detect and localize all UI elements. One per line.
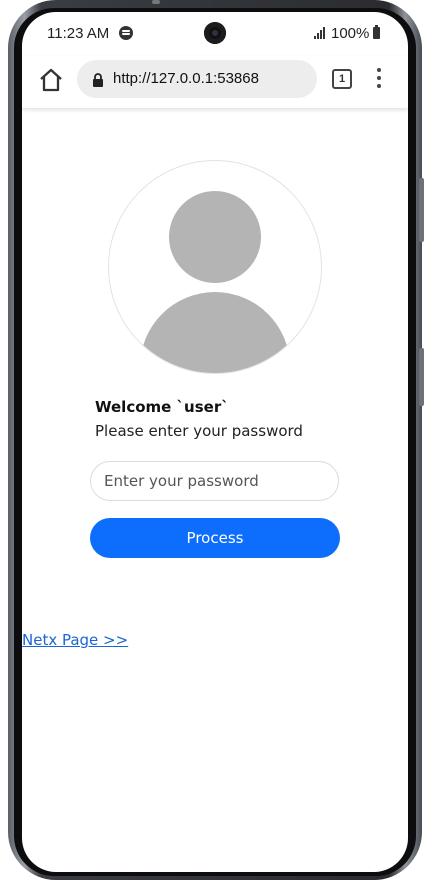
avatar-head [169,191,261,283]
signal-icon [314,27,328,39]
front-camera [204,22,226,44]
next-page-link[interactable]: Netx Page >> [22,631,128,649]
status-bar: 11:23 AM 100% [22,12,408,56]
process-button[interactable]: Process [90,518,340,558]
phone-sensor [152,0,160,4]
welcome-title: Welcome `user` [95,398,229,416]
power-button [419,348,424,406]
avatar [108,160,322,374]
battery-percent: 100% [331,25,370,42]
home-icon[interactable] [38,68,64,92]
address-bar[interactable]: http://127.0.0.1:53868 [77,60,317,98]
url-text: http://127.0.0.1:53868 [113,70,259,87]
lock-icon [92,72,104,87]
tabs-icon[interactable]: 1 [332,69,352,89]
volume-button [419,178,424,242]
password-prompt: Please enter your password [95,422,303,440]
more-vert-icon[interactable] [374,68,384,90]
spotify-icon [119,26,133,40]
avatar-body [140,292,290,373]
password-input[interactable] [90,461,339,501]
status-time: 11:23 AM [47,25,110,42]
phone-screen: 11:23 AM 100% http://127.0.0.1:53868 1 W… [22,12,408,872]
battery-icon [373,25,380,39]
browser-toolbar: http://127.0.0.1:53868 1 [22,56,408,108]
